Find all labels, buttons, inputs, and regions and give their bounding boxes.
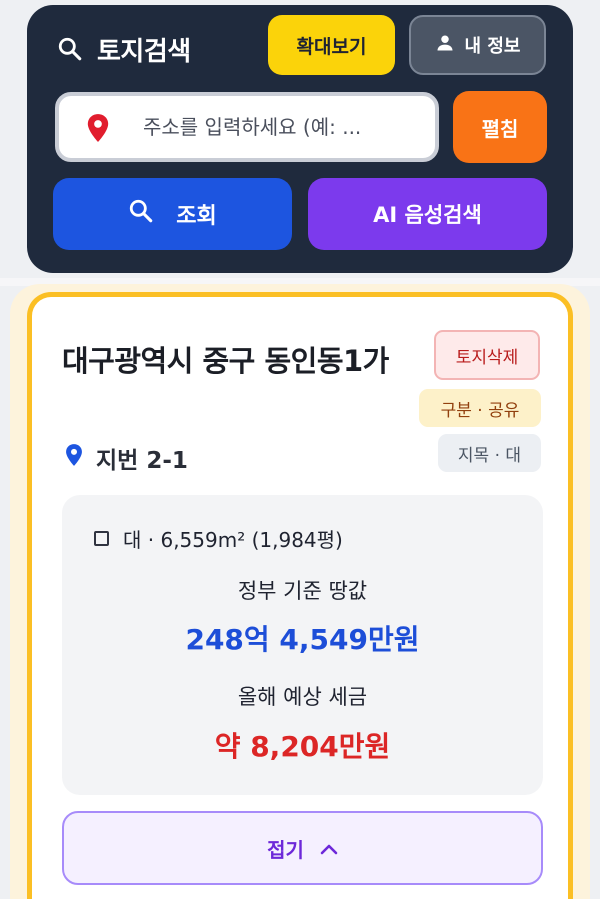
- search-header-panel: 토지검색 확대보기 내 정보 펼침: [27, 5, 573, 273]
- land-category-badge: 지목 · 대: [438, 434, 541, 472]
- expand-view-button[interactable]: 확대보기: [268, 15, 395, 75]
- land-result-card: 대구광역시 중구 동인동1가 토지삭제 구분 · 공유 지목 · 대 지번 2-…: [27, 292, 573, 899]
- header-title-group: 토지검색: [57, 27, 191, 71]
- unfold-button[interactable]: 펼침: [453, 91, 547, 163]
- lot-number: 지번 2-1: [64, 440, 188, 476]
- gov-price-label: 정부 기준 땅값: [237, 579, 368, 603]
- search-icon: [128, 198, 154, 230]
- query-label: 조회: [176, 204, 217, 229]
- fold-label: 접기: [267, 837, 304, 862]
- page-title: 토지검색: [97, 36, 191, 67]
- my-info-button[interactable]: 내 정보: [409, 15, 546, 75]
- land-address: 대구광역시 중구 동인동1가: [62, 344, 389, 378]
- land-search-page: 토지검색 확대보기 내 정보 펼침: [0, 0, 600, 899]
- fold-button[interactable]: 접기: [62, 811, 543, 885]
- price-info-box: 대 · 6,559m² (1,984평) 정부 기준 땅값 248억 4,549…: [62, 495, 543, 795]
- gov-price-value: 248억 4,549만원: [185, 623, 420, 656]
- lot-number-text: 지번 2-1: [96, 448, 188, 474]
- user-icon: [435, 33, 455, 58]
- address-search-input[interactable]: [143, 96, 413, 158]
- square-icon: [94, 530, 109, 546]
- address-search-box: [55, 92, 439, 162]
- search-icon: [57, 36, 83, 62]
- map-pin-icon: [64, 442, 84, 474]
- query-button[interactable]: 조회: [53, 178, 292, 250]
- delete-land-badge[interactable]: 토지삭제: [434, 330, 540, 380]
- land-area-text: 대 · 6,559m² (1,984평): [123, 527, 343, 552]
- ownership-type-badge: 구분 · 공유: [419, 389, 541, 427]
- tax-estimate-label: 올해 예상 세금: [237, 685, 368, 709]
- map-pin-icon: [85, 113, 111, 147]
- ai-voice-search-button[interactable]: AI 음성검색: [308, 178, 547, 250]
- tax-estimate-value: 약 8,204만원: [214, 730, 391, 763]
- land-area: 대 · 6,559m² (1,984평): [94, 523, 343, 553]
- my-info-label: 내 정보: [464, 36, 521, 57]
- chevron-up-icon: [320, 836, 338, 860]
